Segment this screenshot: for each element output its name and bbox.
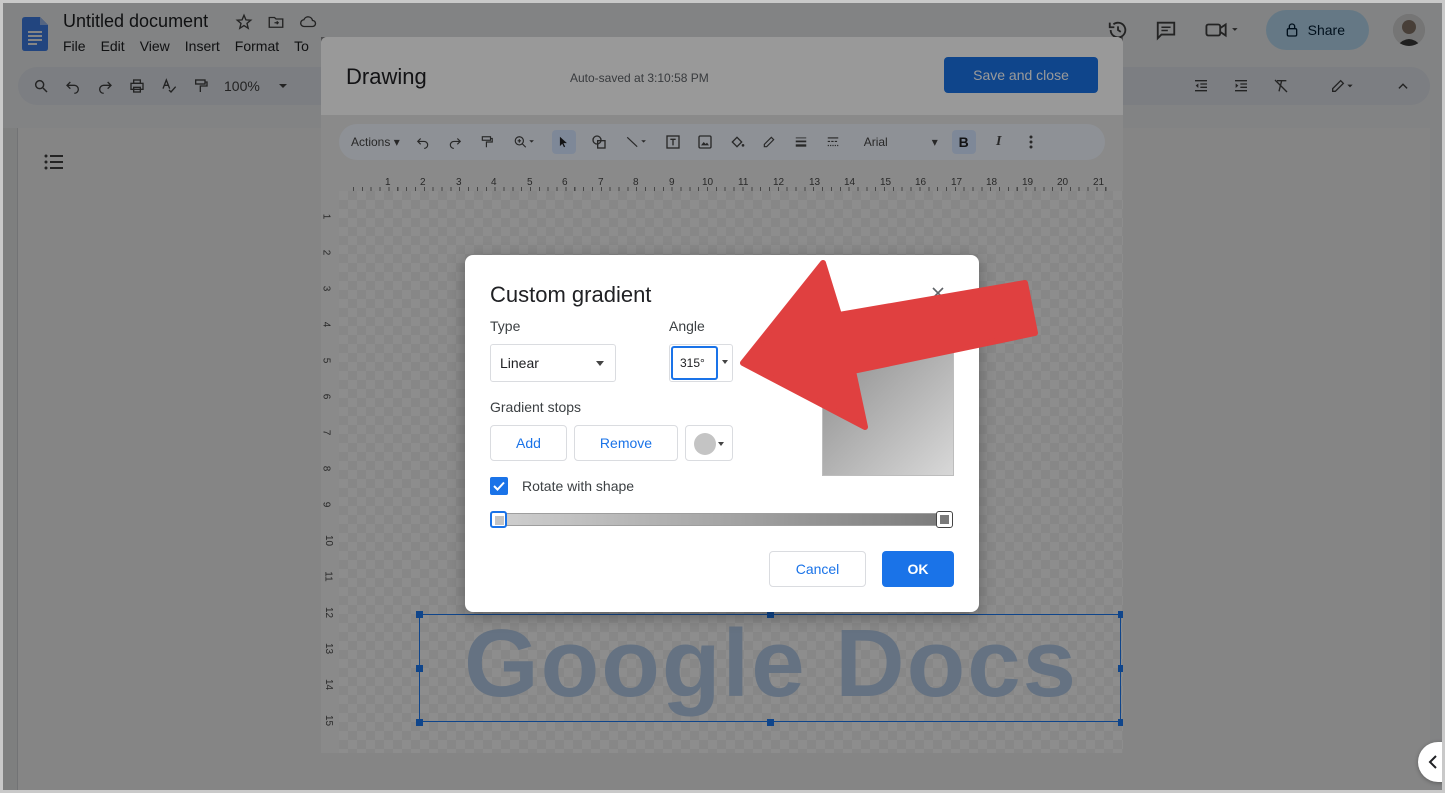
ok-button[interactable]: OK <box>882 551 954 587</box>
gradient-stop-handle[interactable] <box>490 511 507 528</box>
remove-stop-button[interactable]: Remove <box>574 425 678 461</box>
gradient-stop-handle[interactable] <box>936 511 953 528</box>
annotation-arrow <box>740 260 1038 430</box>
color-swatch <box>694 433 716 455</box>
dialog-title: Custom gradient <box>490 282 652 307</box>
type-value: Linear <box>500 355 539 371</box>
gradient-stops-label: Gradient stops <box>490 399 582 415</box>
cancel-button[interactable]: Cancel <box>769 551 866 587</box>
angle-input[interactable] <box>671 346 718 380</box>
angle-label: Angle <box>669 318 705 334</box>
chevron-down-icon <box>718 442 724 446</box>
type-label: Type <box>490 318 521 334</box>
chevron-left-icon <box>1428 755 1437 769</box>
add-stop-button[interactable]: Add <box>490 425 567 461</box>
checkmark-icon <box>493 481 505 491</box>
angle-select[interactable] <box>669 344 733 382</box>
rotate-with-shape-checkbox[interactable] <box>490 477 508 495</box>
chevron-down-icon[interactable] <box>722 360 728 364</box>
chevron-down-icon <box>596 361 604 366</box>
rotate-with-shape-label[interactable]: Rotate with shape <box>522 478 634 494</box>
stop-color-picker[interactable] <box>685 425 733 461</box>
gradient-bar[interactable] <box>492 513 952 526</box>
type-select[interactable]: Linear <box>490 344 616 382</box>
